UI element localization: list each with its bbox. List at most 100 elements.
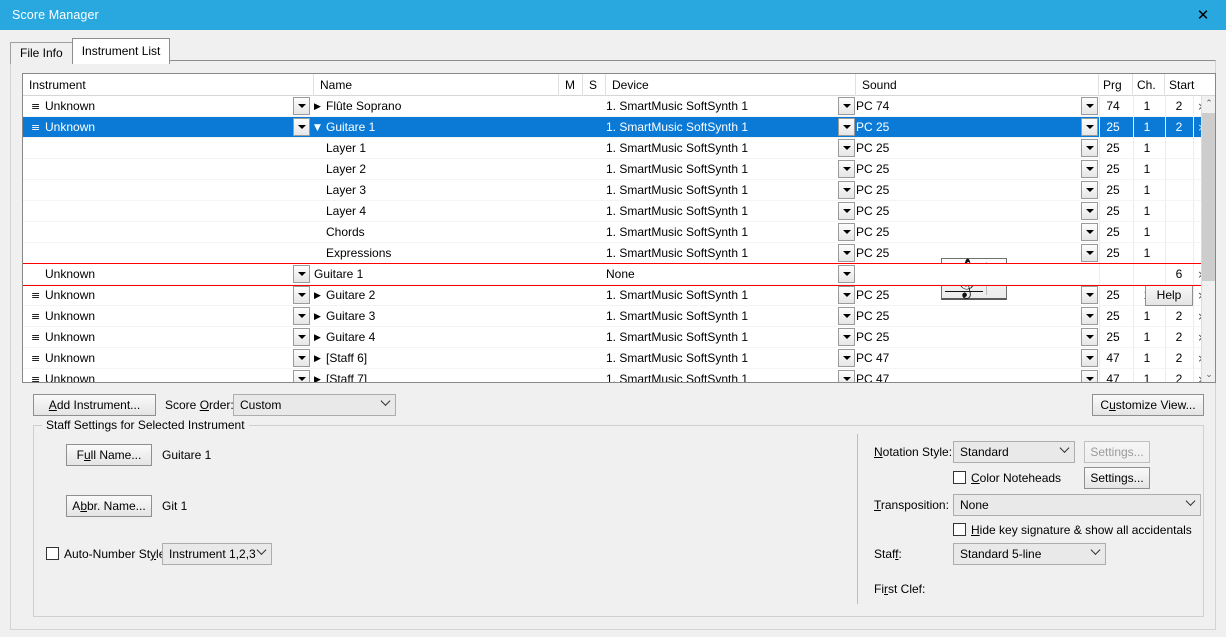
device-dropdown-button[interactable] xyxy=(838,349,855,367)
remove-row-button[interactable]: × xyxy=(1195,264,1201,285)
sound-dropdown-button[interactable] xyxy=(1081,139,1098,157)
table-row[interactable]: ≡Unknown▶Guitare 31. SmartMusic SoftSynt… xyxy=(23,306,1201,327)
sound-dropdown-button[interactable] xyxy=(1081,286,1098,304)
column-header-mute[interactable]: M xyxy=(559,74,583,96)
table-row[interactable]: ≡Unknown▶Guitare 41. SmartMusic SoftSynt… xyxy=(23,327,1201,348)
device-dropdown-button[interactable] xyxy=(838,244,855,262)
table-row[interactable]: ≡Unknown▶Flûte Soprano1. SmartMusic Soft… xyxy=(23,96,1201,117)
expand-collapse-icon[interactable]: ▶ xyxy=(314,370,326,382)
device-dropdown-button[interactable] xyxy=(838,139,855,157)
row-drag-handle-icon[interactable]: ≡ xyxy=(31,96,43,117)
column-header-start[interactable]: Start xyxy=(1165,74,1203,96)
device-dropdown-button[interactable] xyxy=(838,160,855,178)
column-header-name[interactable]: Name xyxy=(314,74,559,96)
column-header-prg[interactable]: Prg xyxy=(1099,74,1133,96)
device-dropdown-button[interactable] xyxy=(838,223,855,241)
device-dropdown-button[interactable] xyxy=(838,370,855,382)
scroll-down-icon[interactable]: ⌄ xyxy=(1202,367,1216,382)
device-dropdown-button[interactable] xyxy=(838,286,855,304)
column-separator xyxy=(1193,327,1194,347)
auto-number-select[interactable]: Instrument 1,2,3 xyxy=(162,543,272,565)
device-dropdown-button[interactable] xyxy=(838,118,855,136)
scrollbar-thumb[interactable] xyxy=(1202,113,1216,281)
expand-collapse-icon[interactable]: ▶ xyxy=(314,349,326,369)
staff-name-label: [Staff 6] xyxy=(326,351,367,365)
expand-collapse-icon[interactable]: ▶ xyxy=(314,97,326,117)
table-row[interactable]: Layer 31. SmartMusic SoftSynth 1PC 25251 xyxy=(23,180,1201,201)
instrument-dropdown-button[interactable] xyxy=(293,328,310,346)
column-header-instrument[interactable]: Instrument xyxy=(23,74,314,96)
device-dropdown-button[interactable] xyxy=(838,202,855,220)
row-drag-handle-icon[interactable]: ≡ xyxy=(31,369,43,382)
table-row[interactable]: ≡Unknown▶Guitare 21. SmartMusic SoftSynt… xyxy=(23,285,1201,306)
row-drag-handle-icon[interactable]: ≡ xyxy=(31,285,43,306)
staff-label: Staff: xyxy=(874,544,902,564)
tab-file-info[interactable]: File Info xyxy=(10,42,73,64)
notation-style-select[interactable]: Standard xyxy=(953,441,1075,463)
device-dropdown-button[interactable] xyxy=(838,265,855,283)
table-row[interactable]: ≡Unknown▶[Staff 6]1. SmartMusic SoftSynt… xyxy=(23,348,1201,369)
instrument-dropdown-button[interactable] xyxy=(293,307,310,325)
score-order-select[interactable]: Custom xyxy=(233,394,396,416)
customize-view-button[interactable]: Customize View... xyxy=(1092,394,1204,416)
help-button[interactable]: Help xyxy=(1145,283,1193,306)
table-scrollbar[interactable]: ⌃ ⌄ xyxy=(1201,96,1215,382)
sound-dropdown-button[interactable] xyxy=(1081,160,1098,178)
full-name-button[interactable]: Full Name... xyxy=(66,444,152,466)
hide-key-signature-checkbox[interactable] xyxy=(953,523,966,536)
table-row[interactable]: Chords1. SmartMusic SoftSynth 1PC 25251 xyxy=(23,222,1201,243)
table-row[interactable]: Layer 41. SmartMusic SoftSynth 1PC 25251 xyxy=(23,201,1201,222)
table-row[interactable]: Layer 11. SmartMusic SoftSynth 1PC 25251 xyxy=(23,138,1201,159)
notation-settings-button[interactable]: Settings... xyxy=(1084,441,1150,463)
column-header-solo[interactable]: S xyxy=(583,74,606,96)
row-drag-handle-icon[interactable]: ≡ xyxy=(31,348,43,369)
instrument-dropdown-button[interactable] xyxy=(293,370,310,382)
instrument-name-value: Unknown xyxy=(45,348,285,369)
column-header-device[interactable]: Device xyxy=(606,74,856,96)
expand-collapse-icon[interactable]: ▶ xyxy=(314,286,326,306)
device-dropdown-button[interactable] xyxy=(838,328,855,346)
sound-dropdown-button[interactable] xyxy=(1081,118,1098,136)
sound-dropdown-button[interactable] xyxy=(1081,202,1098,220)
transposition-select[interactable]: None xyxy=(953,494,1201,516)
sound-dropdown-button[interactable] xyxy=(1081,370,1098,382)
table-row[interactable]: Layer 21. SmartMusic SoftSynth 1PC 25251 xyxy=(23,159,1201,180)
column-header-ch[interactable]: Ch. xyxy=(1133,74,1165,96)
sound-dropdown-button[interactable] xyxy=(1081,328,1098,346)
staff-name-label: Guitare 1 xyxy=(314,267,363,281)
close-icon[interactable]: ✕ xyxy=(1180,0,1226,30)
device-dropdown-button[interactable] xyxy=(838,97,855,115)
table-row[interactable]: ≡Unknown▼Guitare 11. SmartMusic SoftSynt… xyxy=(23,117,1201,138)
device-dropdown-button[interactable] xyxy=(838,181,855,199)
instrument-dropdown-button[interactable] xyxy=(293,286,310,304)
sound-dropdown-button[interactable] xyxy=(1081,349,1098,367)
instrument-dropdown-button[interactable] xyxy=(293,349,310,367)
tab-instrument-list[interactable]: Instrument List xyxy=(72,38,171,64)
row-drag-handle-icon[interactable]: ≡ xyxy=(31,327,43,348)
auto-number-checkbox[interactable] xyxy=(46,547,59,560)
color-noteheads-checkbox[interactable] xyxy=(953,471,966,484)
instrument-dropdown-button[interactable] xyxy=(293,118,310,136)
add-instrument-button[interactable]: Add Instrument... xyxy=(33,394,156,416)
row-drag-handle-icon[interactable]: ≡ xyxy=(31,117,43,138)
instrument-dropdown-button[interactable] xyxy=(293,265,310,283)
device-dropdown-button[interactable] xyxy=(838,307,855,325)
sound-dropdown-button[interactable] xyxy=(1081,223,1098,241)
expand-collapse-icon[interactable]: ▶ xyxy=(314,307,326,327)
sound-dropdown-button[interactable] xyxy=(1081,307,1098,325)
scroll-up-icon[interactable]: ⌃ xyxy=(1202,96,1216,111)
abbr-name-button[interactable]: Abbr. Name... xyxy=(66,495,152,517)
sound-dropdown-button[interactable] xyxy=(1081,244,1098,262)
table-row[interactable]: ≡Unknown▶[Staff 7]1. SmartMusic SoftSynt… xyxy=(23,369,1201,382)
row-drag-handle-icon[interactable]: ≡ xyxy=(31,306,43,327)
color-settings-button[interactable]: Settings... xyxy=(1084,467,1150,489)
staff-select[interactable]: Standard 5-line xyxy=(953,543,1106,565)
expand-collapse-icon[interactable]: ▶ xyxy=(314,328,326,348)
column-header-sound[interactable]: Sound xyxy=(856,74,1099,96)
table-row[interactable]: UnknownGuitare 1None6× xyxy=(23,264,1201,285)
expand-collapse-icon[interactable]: ▼ xyxy=(314,118,326,138)
sound-dropdown-button[interactable] xyxy=(1081,181,1098,199)
table-row[interactable]: Expressions1. SmartMusic SoftSynth 1PC 2… xyxy=(23,243,1201,264)
instrument-dropdown-button[interactable] xyxy=(293,97,310,115)
sound-dropdown-button[interactable] xyxy=(1081,97,1098,115)
